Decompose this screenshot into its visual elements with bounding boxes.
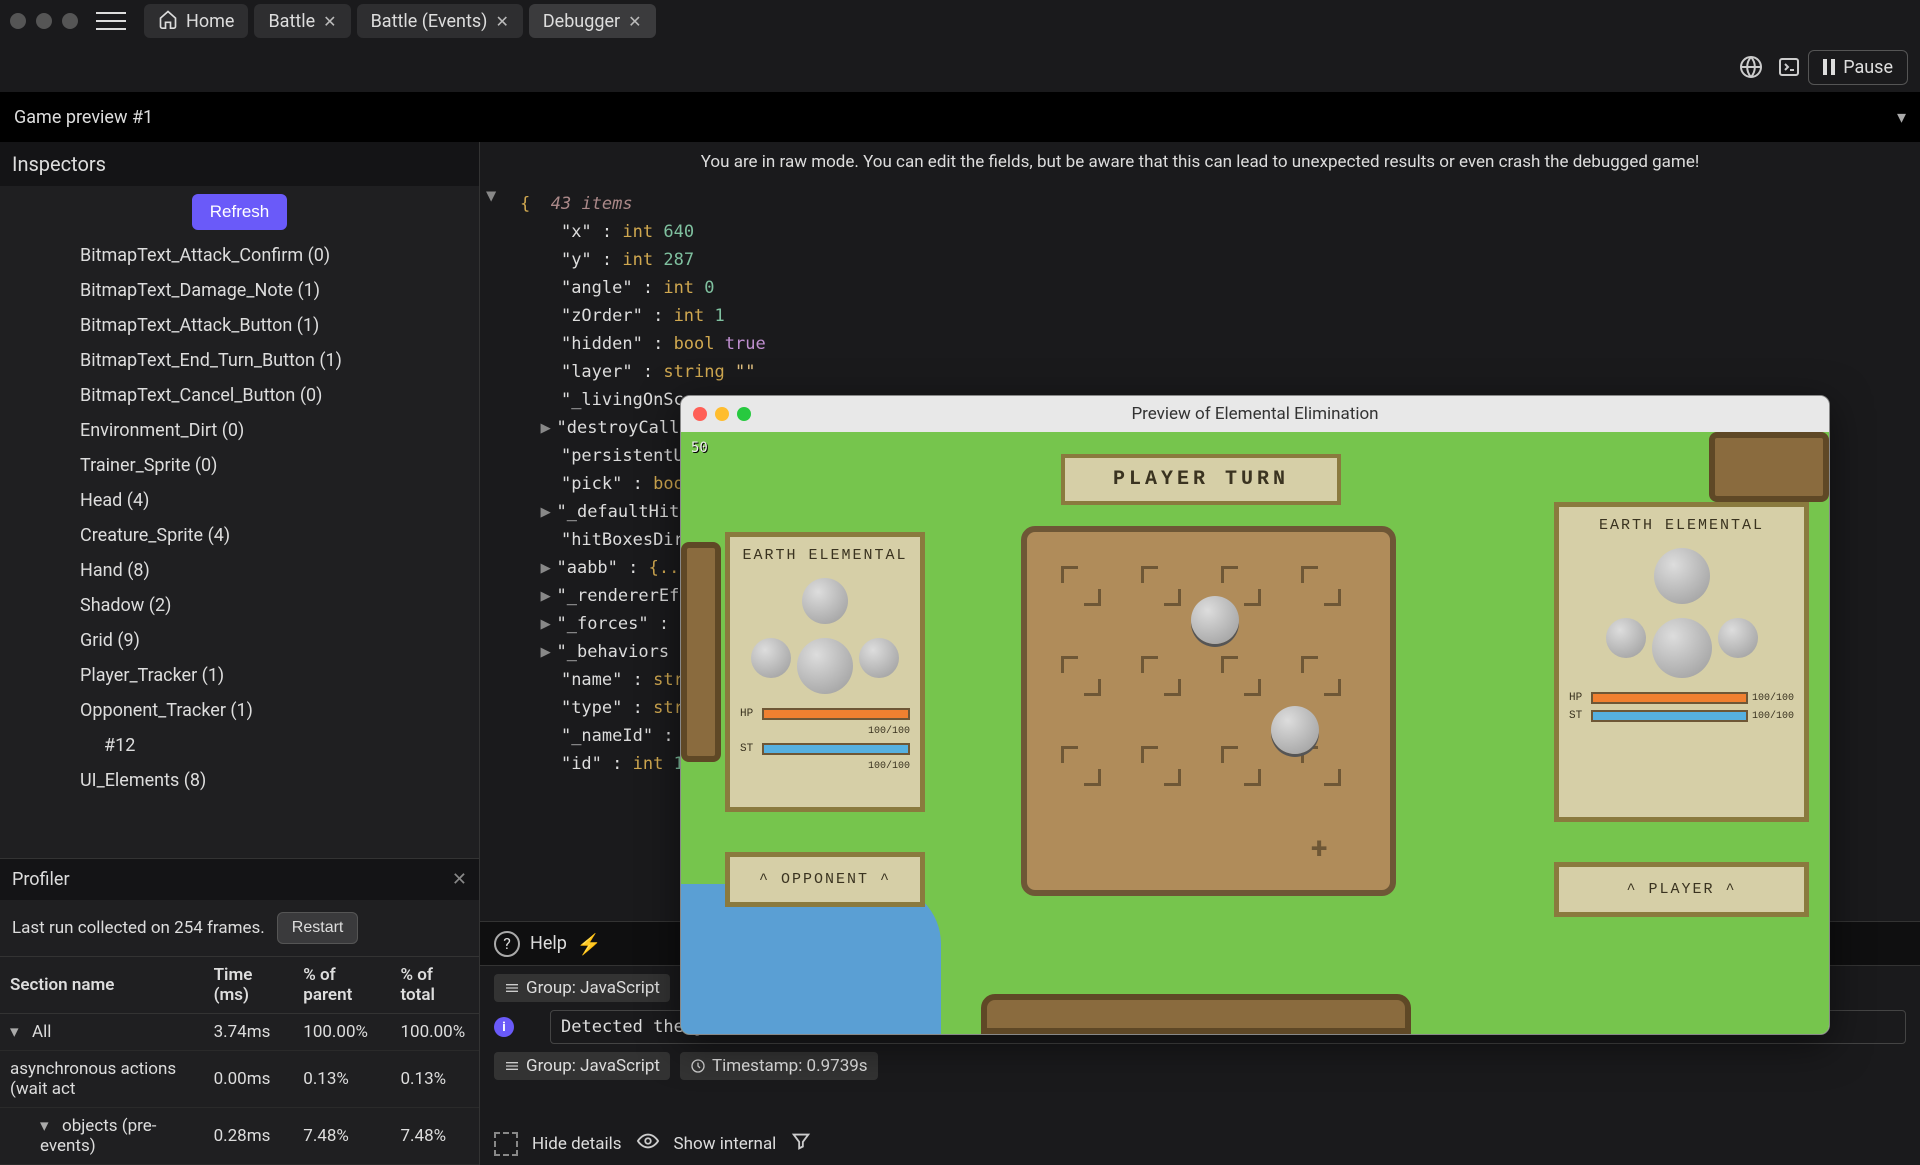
turn-banner: PLAYER TURN bbox=[1061, 454, 1341, 505]
creature-mini bbox=[1606, 618, 1646, 658]
table-row[interactable]: asynchronous actions (wait act 0.00ms 0.… bbox=[0, 1051, 479, 1108]
titlebar: Home Battle ✕ Battle (Events) ✕ Debugger… bbox=[0, 0, 1920, 42]
close-icon[interactable]: ✕ bbox=[452, 869, 467, 890]
creature-mini bbox=[1718, 618, 1758, 658]
profiler-table: Section name Time (ms) % of parent % of … bbox=[0, 956, 479, 1165]
tree-item[interactable]: Grid (9) bbox=[10, 623, 469, 658]
chevron-down-icon[interactable]: ▾ bbox=[10, 1022, 26, 1042]
opponent-label[interactable]: ^ OPPONENT ^ bbox=[725, 852, 925, 907]
pause-label: Pause bbox=[1843, 57, 1893, 78]
creature-mini bbox=[1654, 548, 1710, 604]
tree-item[interactable]: Environment_Dirt (0) bbox=[10, 413, 469, 448]
tree-item[interactable]: Player_Tracker (1) bbox=[10, 658, 469, 693]
game-canvas[interactable]: 50 PLAYER TURN + bbox=[681, 432, 1829, 1034]
raw-mode-warning: You are in raw mode. You can edit the fi… bbox=[480, 142, 1920, 182]
table-row[interactable]: ▾All 3.74ms 100.00% 100.00% bbox=[0, 1014, 479, 1051]
creature-mini bbox=[1652, 618, 1712, 678]
creature-sprite[interactable] bbox=[1191, 596, 1239, 644]
tab-label: Battle (Events) bbox=[371, 11, 488, 32]
hide-details-button[interactable]: Hide details bbox=[532, 1134, 622, 1154]
timestamp-chip: Timestamp: 0.9739s bbox=[680, 1052, 878, 1080]
left-panel: Inspectors Refresh BitmapText_Attack_Con… bbox=[0, 142, 480, 1165]
close-icon[interactable]: ✕ bbox=[323, 12, 336, 31]
col-time: Time (ms) bbox=[204, 957, 294, 1014]
bolt-icon[interactable]: ⚡ bbox=[577, 932, 602, 956]
game-preview-window[interactable]: Preview of Elemental Elimination 50 PLAY… bbox=[680, 395, 1830, 1035]
tree-item[interactable]: BitmapText_Cancel_Button (0) bbox=[10, 378, 469, 413]
tree-item[interactable]: Creature_Sprite (4) bbox=[10, 518, 469, 553]
hud-fps: 50 bbox=[691, 440, 708, 456]
tree-item[interactable]: BitmapText_Attack_Confirm (0) bbox=[10, 238, 469, 273]
tab-battle[interactable]: Battle ✕ bbox=[254, 4, 350, 38]
tab-debugger[interactable]: Debugger ✕ bbox=[529, 4, 656, 38]
game-titlebar[interactable]: Preview of Elemental Elimination bbox=[681, 396, 1829, 432]
creature-mini bbox=[751, 638, 791, 678]
window-traffic-lights[interactable] bbox=[10, 13, 78, 29]
info-icon: i bbox=[494, 1017, 514, 1037]
table-row[interactable]: ▾objects (pre-events) 0.28ms 7.48% 7.48% bbox=[0, 1108, 479, 1165]
close-icon[interactable]: ✕ bbox=[495, 12, 508, 31]
game-window-title: Preview of Elemental Elimination bbox=[681, 404, 1829, 424]
show-internal-button[interactable]: Show internal bbox=[674, 1134, 777, 1154]
opponent-card: EARTH ELEMENTAL HP 100/100 ST 100/100 bbox=[725, 532, 925, 812]
pause-icon bbox=[1823, 59, 1835, 75]
help-label[interactable]: Help bbox=[530, 933, 567, 954]
scene-tree: BitmapText_Attack_Confirm (0) BitmapText… bbox=[0, 238, 479, 858]
add-icon[interactable]: + bbox=[1311, 831, 1327, 866]
collapse-icon[interactable]: ▼ bbox=[486, 182, 496, 210]
creature-sprite[interactable] bbox=[1271, 706, 1319, 754]
preview-title: Game preview #1 bbox=[14, 107, 153, 128]
help-icon[interactable]: ? bbox=[494, 931, 520, 957]
tree-item[interactable]: Opponent_Tracker (1) bbox=[10, 693, 469, 728]
tab-label: Debugger bbox=[543, 11, 620, 32]
pause-button[interactable]: Pause bbox=[1808, 50, 1908, 85]
refresh-button[interactable]: Refresh bbox=[192, 194, 288, 230]
col-parent: % of parent bbox=[293, 957, 390, 1014]
toolbar: Pause bbox=[0, 42, 1920, 92]
tree-item[interactable]: BitmapText_Damage_Note (1) bbox=[10, 273, 469, 308]
close-icon[interactable]: ✕ bbox=[628, 12, 641, 31]
card-name: EARTH ELEMENTAL bbox=[740, 547, 910, 564]
tree-item[interactable]: BitmapText_Attack_Button (1) bbox=[10, 308, 469, 343]
menu-icon[interactable] bbox=[96, 9, 126, 33]
preview-selector[interactable]: Game preview #1 ▾ bbox=[0, 92, 1920, 142]
group-chip[interactable]: Group: JavaScript bbox=[494, 1052, 670, 1080]
restart-button[interactable]: Restart bbox=[277, 912, 359, 944]
eye-icon bbox=[636, 1130, 660, 1157]
tab-home[interactable]: Home bbox=[144, 4, 248, 38]
chevron-down-icon: ▾ bbox=[1897, 107, 1906, 128]
tab-battle-events[interactable]: Battle (Events) ✕ bbox=[357, 4, 523, 38]
tab-strip: Home Battle ✕ Battle (Events) ✕ Debugger… bbox=[144, 0, 656, 42]
creature-mini bbox=[797, 638, 853, 694]
profiler-panel: Profiler ✕ Last run collected on 254 fra… bbox=[0, 858, 479, 1165]
player-card: EARTH ELEMENTAL HP100/100 ST100/100 bbox=[1554, 502, 1809, 822]
tab-label: Home bbox=[186, 11, 234, 32]
console-icon[interactable] bbox=[1774, 52, 1804, 82]
creature-mini bbox=[859, 638, 899, 678]
tree-item[interactable]: Head (4) bbox=[10, 483, 469, 518]
group-chip[interactable]: Group: JavaScript bbox=[494, 974, 670, 1002]
profiler-status-text: Last run collected on 254 frames. bbox=[12, 918, 265, 938]
filter-icon[interactable] bbox=[790, 1130, 812, 1157]
col-total: % of total bbox=[390, 957, 479, 1014]
tree-item[interactable]: BitmapText_End_Turn_Button (1) bbox=[10, 343, 469, 378]
profiler-header: Profiler bbox=[12, 869, 70, 890]
tree-item[interactable]: Shadow (2) bbox=[10, 588, 469, 623]
network-icon[interactable] bbox=[1736, 52, 1766, 82]
col-name: Section name bbox=[0, 957, 204, 1014]
creature-mini bbox=[802, 578, 848, 624]
inspectors-header: Inspectors bbox=[0, 142, 479, 186]
tree-item[interactable]: #12 bbox=[10, 728, 469, 763]
tab-label: Battle bbox=[268, 11, 315, 32]
card-name: EARTH ELEMENTAL bbox=[1569, 517, 1794, 534]
tree-item[interactable]: UI_Elements (8) bbox=[10, 763, 469, 798]
tree-item[interactable]: Trainer_Sprite (0) bbox=[10, 448, 469, 483]
battle-arena: + bbox=[1021, 526, 1396, 896]
home-icon bbox=[158, 9, 178, 34]
select-icon[interactable] bbox=[494, 1132, 518, 1156]
tree-item[interactable]: Hand (8) bbox=[10, 553, 469, 588]
console-footer: Hide details Show internal bbox=[494, 1124, 1906, 1157]
chevron-down-icon[interactable]: ▾ bbox=[40, 1116, 56, 1136]
player-label[interactable]: ^ PLAYER ^ bbox=[1554, 862, 1809, 917]
